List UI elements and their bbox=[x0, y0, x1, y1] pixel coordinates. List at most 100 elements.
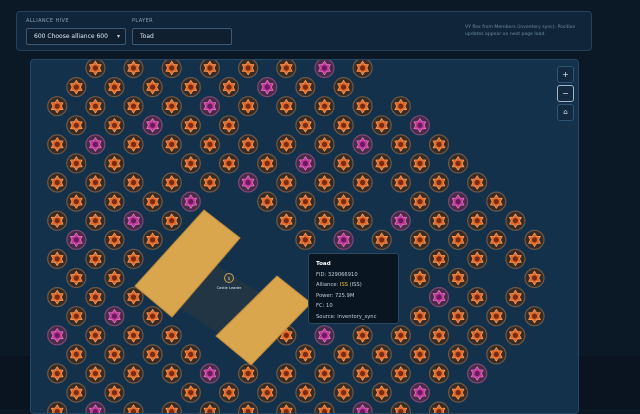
member-marker[interactable] bbox=[409, 382, 430, 403]
member-marker[interactable] bbox=[486, 229, 507, 250]
member-marker[interactable] bbox=[199, 172, 220, 193]
member-marker[interactable] bbox=[448, 306, 469, 327]
member-marker[interactable] bbox=[428, 401, 450, 414]
member-marker[interactable] bbox=[390, 401, 411, 414]
member-marker[interactable] bbox=[85, 172, 106, 193]
member-marker[interactable] bbox=[467, 287, 488, 308]
alliance-map[interactable]: $ Castle Leader + − ⌂ bbox=[30, 59, 579, 414]
member-marker[interactable] bbox=[352, 210, 373, 231]
member-marker[interactable] bbox=[123, 60, 144, 79]
member-marker[interactable] bbox=[276, 363, 297, 384]
member-marker[interactable] bbox=[428, 172, 450, 193]
member-marker[interactable] bbox=[333, 153, 354, 174]
member-marker[interactable] bbox=[161, 325, 182, 346]
member-marker[interactable] bbox=[448, 153, 469, 174]
member-marker[interactable] bbox=[104, 115, 125, 136]
member-marker[interactable] bbox=[238, 172, 259, 193]
map-canvas[interactable]: $ Castle Leader bbox=[31, 60, 579, 414]
member-marker[interactable] bbox=[467, 248, 488, 269]
member-marker[interactable] bbox=[199, 60, 220, 79]
member-marker[interactable] bbox=[428, 210, 450, 231]
member-marker[interactable] bbox=[85, 96, 106, 117]
member-marker[interactable] bbox=[409, 229, 430, 250]
member-marker[interactable] bbox=[314, 172, 335, 193]
member-marker[interactable] bbox=[448, 344, 469, 365]
member-marker[interactable] bbox=[295, 115, 316, 136]
member-marker[interactable] bbox=[238, 60, 259, 79]
member-marker[interactable] bbox=[295, 382, 316, 403]
member-marker[interactable] bbox=[295, 344, 316, 365]
member-marker[interactable] bbox=[218, 382, 240, 403]
member-marker[interactable] bbox=[85, 287, 106, 308]
member-marker[interactable] bbox=[352, 363, 373, 384]
member-marker[interactable] bbox=[448, 229, 469, 250]
member-marker[interactable] bbox=[104, 153, 125, 174]
zoom-in-button[interactable]: + bbox=[557, 66, 574, 83]
member-marker[interactable] bbox=[104, 267, 125, 289]
member-marker[interactable] bbox=[505, 248, 526, 269]
member-marker[interactable] bbox=[467, 325, 488, 346]
member-marker[interactable] bbox=[161, 363, 182, 384]
member-marker[interactable] bbox=[199, 134, 220, 155]
member-marker[interactable] bbox=[314, 96, 335, 117]
member-marker[interactable] bbox=[371, 153, 392, 174]
member-marker[interactable] bbox=[276, 134, 297, 155]
member-marker[interactable] bbox=[104, 382, 125, 403]
member-marker[interactable] bbox=[409, 306, 430, 327]
member-marker[interactable] bbox=[199, 96, 220, 117]
member-marker[interactable] bbox=[238, 96, 259, 117]
member-marker[interactable] bbox=[333, 344, 354, 365]
member-marker[interactable] bbox=[314, 325, 335, 346]
member-marker[interactable] bbox=[276, 172, 297, 193]
member-marker[interactable] bbox=[314, 363, 335, 384]
member-marker[interactable] bbox=[352, 96, 373, 117]
member-marker[interactable] bbox=[409, 115, 430, 136]
member-marker[interactable] bbox=[524, 229, 545, 250]
member-marker[interactable] bbox=[123, 401, 144, 414]
member-marker[interactable] bbox=[180, 382, 201, 403]
member-marker[interactable] bbox=[85, 363, 106, 384]
member-marker[interactable] bbox=[352, 325, 373, 346]
member-marker[interactable] bbox=[257, 77, 278, 98]
member-marker[interactable] bbox=[352, 172, 373, 193]
member-marker[interactable] bbox=[66, 77, 87, 98]
member-marker[interactable] bbox=[371, 229, 392, 250]
member-marker[interactable] bbox=[85, 134, 106, 155]
member-marker[interactable] bbox=[104, 229, 125, 250]
member-marker[interactable] bbox=[295, 229, 316, 250]
player-input[interactable]: Toad bbox=[132, 28, 232, 45]
member-marker[interactable] bbox=[390, 210, 411, 231]
alliance-select[interactable]: 600 Choose alliance 600 ▾ bbox=[26, 28, 126, 45]
member-marker[interactable] bbox=[333, 191, 354, 212]
member-marker[interactable] bbox=[295, 191, 316, 212]
member-marker[interactable] bbox=[161, 60, 182, 79]
member-marker[interactable] bbox=[47, 401, 68, 414]
member-marker[interactable] bbox=[295, 77, 316, 98]
member-marker[interactable] bbox=[505, 325, 526, 346]
member-marker[interactable] bbox=[104, 77, 125, 98]
member-marker[interactable] bbox=[218, 153, 240, 174]
member-marker[interactable] bbox=[390, 325, 411, 346]
member-marker[interactable] bbox=[524, 267, 545, 289]
member-marker[interactable] bbox=[142, 115, 163, 136]
member-marker[interactable] bbox=[199, 401, 220, 414]
member-marker[interactable] bbox=[448, 191, 469, 212]
member-marker[interactable] bbox=[371, 115, 392, 136]
member-marker[interactable] bbox=[486, 191, 507, 212]
member-marker[interactable] bbox=[142, 77, 163, 98]
member-marker[interactable] bbox=[238, 134, 259, 155]
member-marker[interactable] bbox=[390, 134, 411, 155]
member-marker[interactable] bbox=[467, 172, 488, 193]
member-marker[interactable] bbox=[238, 363, 259, 384]
member-marker[interactable] bbox=[85, 248, 106, 269]
member-marker[interactable] bbox=[199, 363, 220, 384]
member-marker[interactable] bbox=[314, 210, 335, 231]
member-marker[interactable] bbox=[47, 248, 68, 269]
member-marker[interactable] bbox=[276, 96, 297, 117]
member-marker[interactable] bbox=[352, 401, 373, 414]
member-marker[interactable] bbox=[47, 287, 68, 308]
member-marker[interactable] bbox=[123, 134, 144, 155]
member-marker[interactable] bbox=[409, 267, 430, 289]
member-marker[interactable] bbox=[66, 344, 87, 365]
member-marker[interactable] bbox=[428, 287, 450, 308]
